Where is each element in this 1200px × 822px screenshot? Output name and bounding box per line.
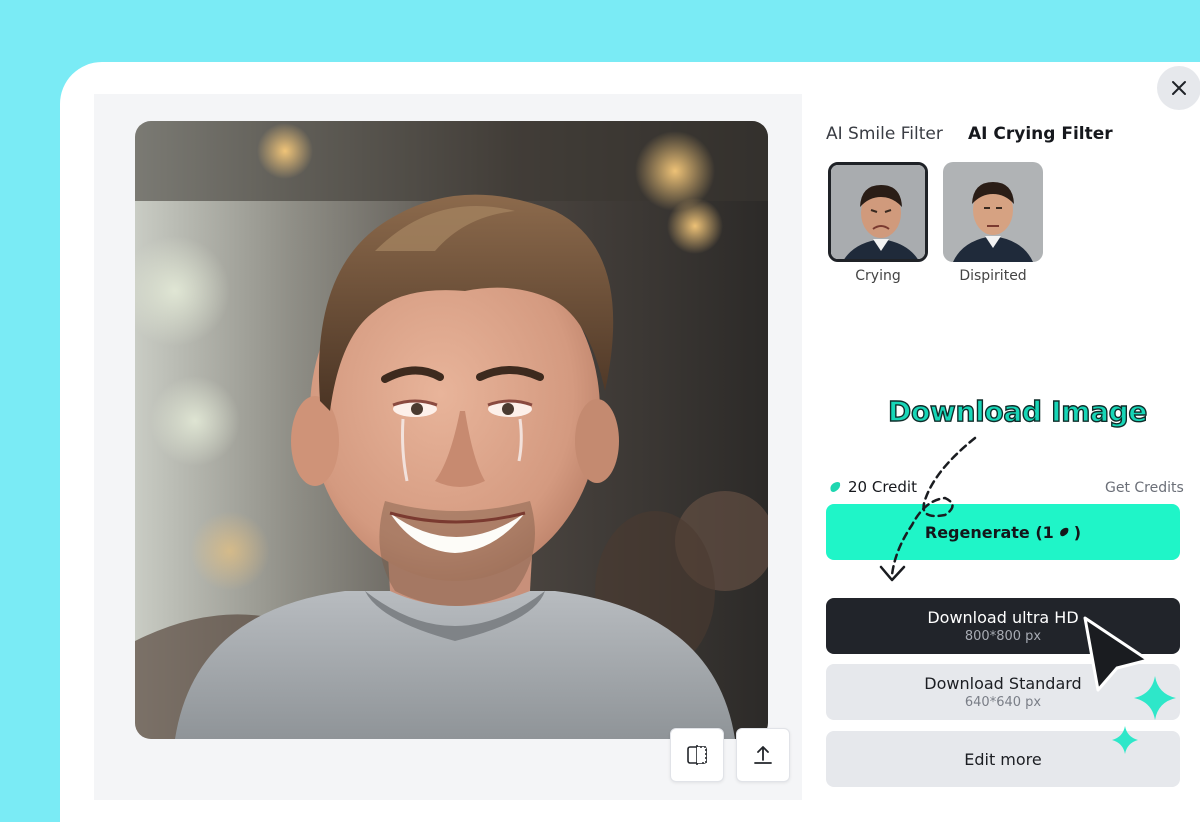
preset-label-dispirited: Dispirited	[959, 268, 1027, 284]
share-icon	[754, 746, 772, 764]
compare-icon	[687, 745, 707, 765]
regenerate-label: Regenerate (1	[924, 522, 1054, 542]
tab-ai-smile-filter[interactable]: AI Smile Filter	[826, 124, 943, 144]
share-button[interactable]	[736, 728, 790, 782]
credit-icon	[1059, 527, 1069, 537]
edit-more-button[interactable]: Edit more	[826, 731, 1180, 787]
download-standard-label: Download Standard	[924, 674, 1082, 693]
preset-label-crying: Crying	[855, 268, 901, 284]
result-photo	[135, 121, 768, 739]
compare-button[interactable]	[670, 728, 724, 782]
credit-amount: 20 Credit	[848, 478, 917, 496]
credit-balance: 20 Credit	[828, 478, 917, 496]
preset-thumb-crying[interactable]	[828, 162, 928, 262]
download-ultra-hd-button[interactable]: Download ultra HD 800*800 px	[826, 598, 1180, 654]
regenerate-button[interactable]: Regenerate (1 )	[826, 504, 1180, 560]
download-image-annotation: Download Image	[887, 394, 1148, 428]
download-standard-button[interactable]: Download Standard 640*640 px	[826, 664, 1180, 720]
regenerate-suffix: )	[1073, 522, 1082, 542]
preset-thumb-dispirited[interactable]	[943, 162, 1043, 262]
download-ultra-hd-size: 800*800 px	[964, 629, 1042, 644]
credit-icon	[830, 482, 841, 492]
download-ultra-hd-label: Download ultra HD	[927, 608, 1079, 627]
download-standard-size: 640*640 px	[964, 695, 1042, 710]
close-button[interactable]	[1157, 66, 1200, 110]
get-credits-link[interactable]: Get Credits	[1105, 480, 1184, 496]
close-icon	[1172, 81, 1186, 95]
tab-ai-crying-filter[interactable]: AI Crying Filter	[968, 124, 1113, 144]
